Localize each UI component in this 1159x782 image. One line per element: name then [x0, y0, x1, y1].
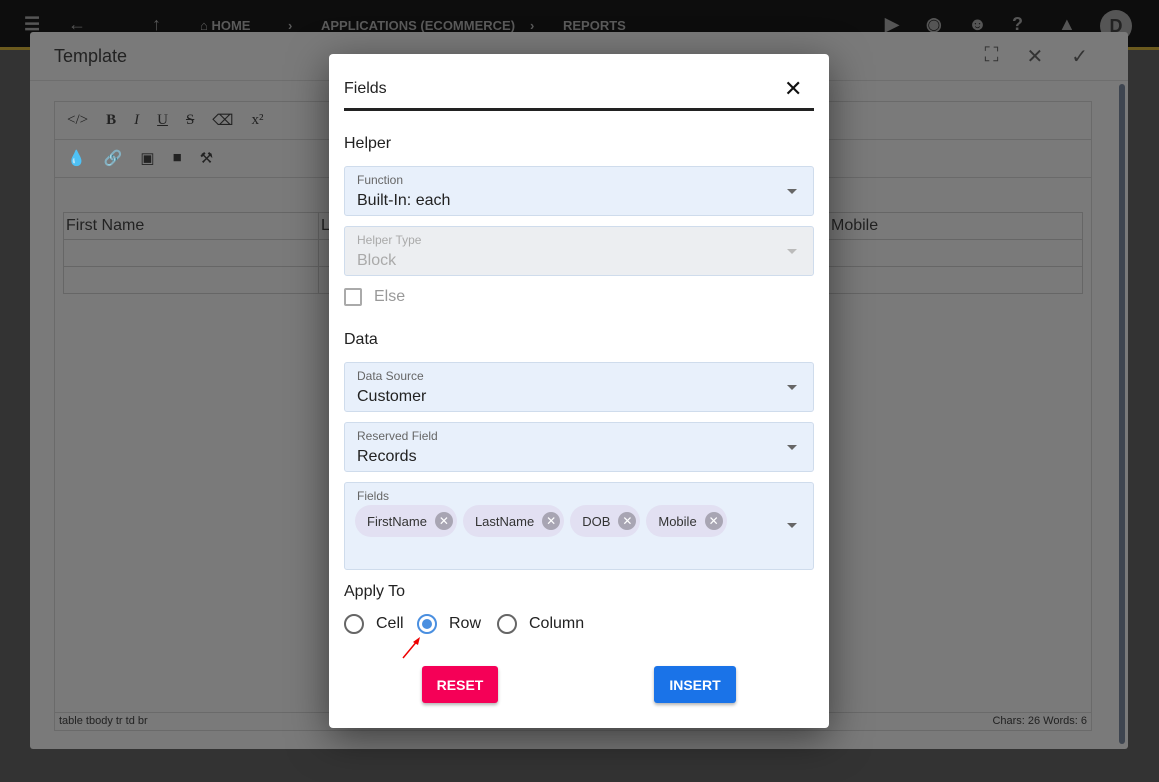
table-cell[interactable]: [828, 239, 1083, 267]
remove-chip-icon[interactable]: ✕: [618, 512, 637, 530]
dropdown-arrow-icon: [787, 189, 797, 194]
field-value: Built-In: each: [357, 192, 451, 209]
radio-row[interactable]: Row: [417, 614, 481, 634]
data-heading: Data: [344, 331, 378, 348]
dropdown-arrow-icon: [787, 249, 797, 254]
field-label: Helper Type: [357, 233, 422, 247]
dropdown-arrow-icon: [787, 523, 797, 528]
radio-cell[interactable]: Cell: [344, 614, 404, 634]
field-label: Data Source: [357, 369, 424, 383]
radio-icon[interactable]: [497, 614, 517, 634]
remove-chip-icon[interactable]: ✕: [434, 512, 453, 530]
radio-label: Cell: [376, 615, 404, 632]
field-chip: DOB ✕: [570, 505, 641, 537]
chevron-right-icon: ›: [288, 18, 293, 33]
bold-icon[interactable]: B: [106, 112, 116, 129]
dropdown-arrow-icon: [787, 385, 797, 390]
helper-heading: Helper: [344, 135, 392, 152]
fullscreen-icon[interactable]: ⛶: [984, 44, 998, 69]
dropdown-arrow-icon: [787, 445, 797, 450]
fields-multiselect[interactable]: Fields FirstName ✕ LastName ✕ DOB ✕ Mobile ✕: [344, 482, 814, 570]
video-icon[interactable]: ■: [173, 150, 182, 167]
template-title: Template: [54, 46, 128, 66]
radio-selected-icon[interactable]: [417, 614, 437, 634]
apply-to-heading: Apply To: [344, 583, 406, 600]
radio-label: Row: [449, 615, 482, 632]
chevron-right-icon: ›: [530, 18, 535, 33]
breadcrumb-label: HOME: [211, 18, 251, 33]
remove-chip-icon[interactable]: ✕: [542, 512, 561, 530]
field-label: Fields: [357, 489, 390, 503]
breadcrumb-home[interactable]: ⌂ HOME: [200, 18, 250, 33]
field-chip: LastName ✕: [462, 505, 565, 537]
close-icon[interactable]: ✕: [784, 76, 802, 102]
field-chip: Mobile ✕: [646, 505, 727, 537]
reserved-field-select[interactable]: Reserved Field Records: [344, 422, 814, 472]
fields-dialog: Fields ✕ Helper Function Built-In: each …: [329, 54, 829, 728]
field-value: Records: [357, 448, 417, 465]
chip-label: DOB: [582, 513, 611, 529]
underline-icon[interactable]: U: [157, 112, 168, 129]
divider: [344, 108, 814, 111]
else-checkbox[interactable]: Else: [344, 288, 405, 306]
close-icon[interactable]: ✕: [1026, 44, 1043, 69]
word-count: Chars: 26 Words: 6: [992, 715, 1087, 727]
checkbox-icon[interactable]: [344, 288, 362, 306]
superscript-icon[interactable]: x²: [252, 112, 264, 129]
strikethrough-icon[interactable]: S: [186, 112, 194, 129]
dialog-title: Fields: [344, 80, 387, 97]
element-path: table tbody tr td br: [59, 715, 148, 727]
table-cell[interactable]: First Name: [63, 212, 319, 240]
field-value: Block: [357, 252, 397, 269]
radio-icon[interactable]: [344, 614, 364, 634]
field-label: Reserved Field: [357, 429, 438, 443]
table-cell[interactable]: Mobile: [828, 212, 1083, 240]
breadcrumb-reports[interactable]: REPORTS: [563, 18, 626, 33]
else-label: Else: [374, 288, 406, 305]
chip-label: Mobile: [658, 513, 697, 529]
function-select[interactable]: Function Built-In: each: [344, 166, 814, 216]
helper-type-select: Helper Type Block: [344, 226, 814, 276]
eraser-icon[interactable]: ⌫: [212, 111, 233, 130]
radio-label: Column: [529, 615, 585, 632]
color-icon[interactable]: 💧: [67, 149, 86, 168]
code-icon[interactable]: </>: [67, 112, 88, 129]
check-icon[interactable]: ✓: [1071, 44, 1088, 69]
table-cell[interactable]: [63, 266, 319, 294]
italic-icon[interactable]: I: [134, 112, 139, 129]
image-icon[interactable]: ▣: [140, 149, 154, 168]
chip-label: FirstName: [367, 513, 427, 529]
radio-column[interactable]: Column: [497, 614, 584, 634]
breadcrumb-applications[interactable]: APPLICATIONS (ECOMMERCE): [321, 18, 515, 33]
insert-button[interactable]: INSERT: [654, 666, 736, 703]
remove-chip-icon[interactable]: ✕: [704, 512, 723, 530]
data-source-select[interactable]: Data Source Customer: [344, 362, 814, 412]
table-cell[interactable]: [828, 266, 1083, 294]
field-value: Customer: [357, 388, 427, 405]
field-label: Function: [357, 173, 404, 187]
table-cell[interactable]: [63, 239, 319, 267]
chip-label: LastName: [474, 513, 535, 529]
reset-button[interactable]: RESET: [422, 666, 498, 703]
scrollbar[interactable]: [1119, 84, 1125, 744]
field-chip: FirstName ✕: [355, 505, 457, 537]
annotation-arrow-icon: [402, 637, 420, 659]
link-icon[interactable]: 🔗: [104, 149, 123, 168]
format-painter-icon[interactable]: ⚒: [200, 149, 213, 168]
